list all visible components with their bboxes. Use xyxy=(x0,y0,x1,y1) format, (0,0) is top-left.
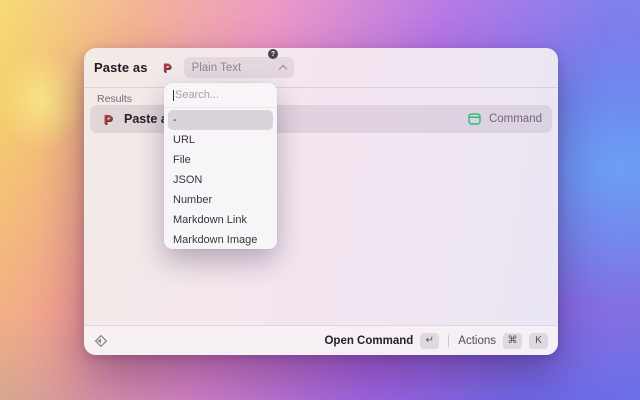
dropdown-item-markdown-image[interactable]: Markdown Image xyxy=(164,230,277,249)
dropdown-item-markdown-link[interactable]: Markdown Link xyxy=(164,210,277,230)
format-dropdown-value: Plain Text xyxy=(192,62,280,74)
raycast-logo-icon xyxy=(94,334,108,348)
help-badge: ? xyxy=(268,49,278,59)
open-command-action[interactable]: Open Command xyxy=(324,335,413,347)
format-dropdown-panel: Search... - URL File JSON Number Markdow… xyxy=(164,83,277,249)
command-title: Paste as xyxy=(94,60,148,75)
footer-divider xyxy=(448,335,449,347)
dropdown-item-number[interactable]: Number xyxy=(164,190,277,210)
k-key-badge: K xyxy=(529,333,548,349)
command-header: Paste as P Plain Text ? xyxy=(84,48,558,88)
dropdown-items-list: - URL File JSON Number Markdown Link Mar… xyxy=(164,108,277,249)
footer-bar: Open Command ↵ Actions ⌘ K xyxy=(84,325,558,355)
results-section-label: Results xyxy=(97,93,132,105)
actions-menu-button[interactable]: Actions xyxy=(458,335,496,347)
dropdown-item-json[interactable]: JSON xyxy=(164,170,277,190)
chevron-up-icon xyxy=(278,65,286,73)
result-accessory: Command xyxy=(489,113,542,125)
dropdown-search-input[interactable]: Search... xyxy=(164,83,277,108)
result-row-paste-as[interactable]: P Paste as P Command xyxy=(90,105,552,133)
paste-as-app-icon: P xyxy=(160,60,175,75)
dropdown-item-dash[interactable]: - xyxy=(168,110,273,130)
cmd-key-badge: ⌘ xyxy=(503,333,522,349)
command-type-icon xyxy=(468,113,481,125)
search-placeholder: Search... xyxy=(175,89,219,101)
desktop-background: Paste as P Plain Text ? Results P Paste … xyxy=(0,0,640,400)
return-key-badge: ↵ xyxy=(420,333,439,349)
dropdown-item-file[interactable]: File xyxy=(164,150,277,170)
text-caret-icon xyxy=(173,90,174,101)
dropdown-item-url[interactable]: URL xyxy=(164,130,277,150)
format-dropdown[interactable]: Plain Text xyxy=(184,57,294,78)
raycast-window: Paste as P Plain Text ? Results P Paste … xyxy=(84,48,558,355)
paste-as-app-icon: P xyxy=(100,111,116,127)
